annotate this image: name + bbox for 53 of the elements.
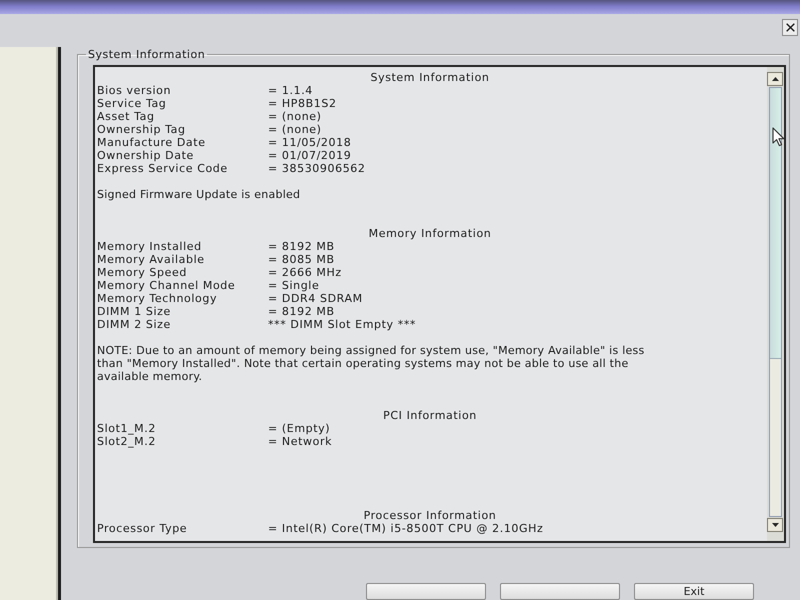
- field-value: = 11/05/2018: [268, 136, 352, 149]
- section-heading: PCI Information: [383, 409, 477, 422]
- field-label: Asset Tag: [97, 110, 155, 123]
- field-label: Memory Technology: [97, 292, 218, 305]
- field-value: = Network: [268, 435, 332, 448]
- field-label: Processor Type: [97, 522, 188, 535]
- close-icon: [786, 23, 794, 32]
- field-value: = Intel(R) Core(TM) i5-8500T CPU @ 2.10GHz: [268, 522, 544, 535]
- field-value: = (Empty): [268, 422, 330, 435]
- field-label: Memory Channel Mode: [97, 279, 236, 292]
- field-label: Service Tag: [97, 97, 166, 110]
- field-value: = 2666 MHz: [268, 266, 342, 279]
- field-value: = DDR4 SDRAM: [268, 292, 363, 305]
- scroll-thumb[interactable]: [770, 88, 781, 359]
- field-label: Memory Available: [97, 253, 205, 266]
- field-label: Memory Installed: [97, 240, 202, 253]
- section-heading: Processor Information: [364, 509, 496, 522]
- caret-up-icon: [772, 77, 778, 81]
- mouse-pointer-icon: [772, 127, 785, 147]
- field-label: Express Service Code: [97, 162, 228, 175]
- dialog-button[interactable]: [366, 583, 486, 600]
- field-label: Ownership Tag: [97, 123, 186, 136]
- close-button[interactable]: [782, 19, 798, 36]
- field-value: = HP8B1S2: [268, 97, 337, 110]
- field-label: Memory Speed: [97, 266, 187, 279]
- field-value: = 38530906562: [268, 162, 366, 175]
- field-value: = 8192 MB: [268, 240, 335, 253]
- group-title: System Information: [87, 48, 206, 61]
- dialog-button[interactable]: [500, 583, 620, 600]
- scroll-up-button[interactable]: [767, 72, 783, 86]
- field-value: = 01/07/2019: [268, 149, 352, 162]
- field-label: DIMM 1 Size: [97, 305, 171, 318]
- field-value: *** DIMM Slot Empty ***: [268, 318, 416, 331]
- field-label: Manufacture Date: [97, 136, 206, 149]
- field-label: Slot2_M.2: [97, 435, 156, 448]
- field-label: DIMM 2 Size: [97, 318, 171, 331]
- field-value: = (none): [268, 123, 322, 136]
- field-value: = (none): [268, 110, 322, 123]
- scroll-down-button[interactable]: [767, 518, 783, 532]
- scrollbar[interactable]: [767, 67, 784, 541]
- field-value: = 8192 MB: [268, 305, 335, 318]
- exit-button[interactable]: Exit: [634, 583, 754, 600]
- caret-down-icon: [772, 523, 778, 527]
- field-label: Bios version: [97, 84, 172, 97]
- section-heading: Memory Information: [368, 227, 492, 240]
- section-heading: System Information: [370, 71, 490, 84]
- field-value: = 8085 MB: [268, 253, 335, 266]
- field-value: = Single: [268, 279, 320, 292]
- field-label: Slot1_M.2: [97, 422, 156, 435]
- note-text: NOTE: Due to an amount of memory being assigned for system use, "Memory Available" is less than "Memory Installed". Note that certain operating systems may not be able to use all the available memory.: [97, 344, 646, 383]
- field-label: Ownership Date: [97, 149, 194, 162]
- field-value: = 1.1.4: [268, 84, 313, 97]
- note-text: Signed Firmware Update is enabled: [97, 188, 300, 201]
